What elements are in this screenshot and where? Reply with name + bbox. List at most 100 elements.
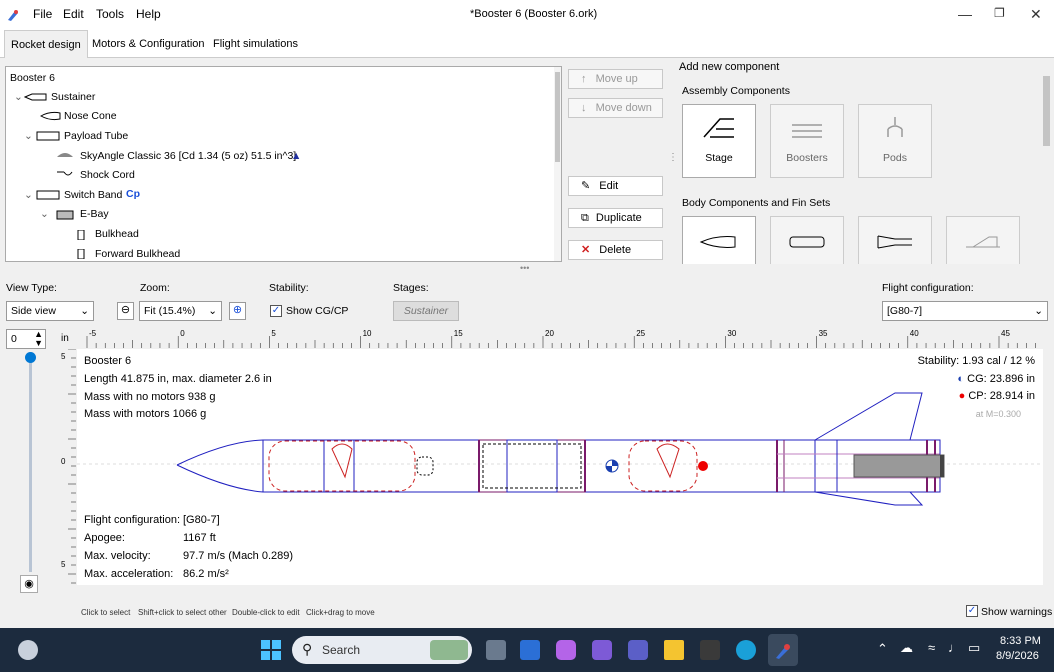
app-icon-purple[interactable] (592, 640, 612, 660)
view-type-select[interactable]: Side view ⌄ (6, 301, 94, 321)
show-cgcp-checkbox[interactable]: ✓ (270, 305, 282, 317)
expand-icon[interactable]: ⌄ (24, 130, 33, 142)
mass-override-icon: ▲ (291, 150, 302, 162)
flight-config-select[interactable]: [G80-7] ⌄ (882, 301, 1048, 321)
body-tube-tile[interactable] (770, 216, 844, 264)
app-icon-dark[interactable] (700, 640, 720, 660)
copilot-icon[interactable] (556, 640, 576, 660)
shock-cord-icon (56, 170, 74, 183)
sustainer-icon (23, 92, 48, 105)
show-warnings-label: Show warnings (981, 606, 1053, 618)
tray-chevron-icon[interactable]: ⌃ (877, 641, 888, 657)
ebay-icon (56, 210, 74, 223)
boosters-label: Boosters (786, 152, 828, 164)
arrow-down-icon: ↓ (581, 102, 587, 114)
cp-override-badge: Cp (126, 188, 140, 200)
view-type-value: Side view (11, 305, 56, 317)
expand-icon[interactable]: ⌄ (40, 208, 49, 220)
delete-icon: ✕ (581, 244, 591, 256)
delete-label: Delete (599, 244, 632, 256)
pods-tile[interactable]: Pods (858, 104, 932, 178)
outlook-icon[interactable] (520, 640, 540, 660)
minimize-icon[interactable]: — (958, 6, 972, 22)
fin-set-tile[interactable] (946, 216, 1020, 264)
rotation-slider-track[interactable] (29, 352, 32, 572)
menu-tools[interactable]: Tools (96, 7, 124, 21)
tab-motors-configuration[interactable]: Motors & Configuration (86, 30, 211, 58)
components-scrollbar[interactable] (1043, 76, 1050, 146)
maximize-icon[interactable]: ❐ (994, 6, 1005, 20)
teams-icon[interactable] (628, 640, 648, 660)
chevron-down-icon: ⌄ (80, 305, 89, 317)
tree-item-nose-cone[interactable]: Nose Cone (64, 110, 117, 122)
figure-accel-value: 86.2 m/s² (183, 568, 229, 580)
title-bar: File Edit Tools Help *Booster 6 (Booster… (0, 0, 1054, 30)
weather-icon[interactable] (18, 640, 38, 660)
openrocket-taskbar-icon[interactable] (768, 634, 798, 666)
tree-item-shock-cord[interactable]: Shock Cord (80, 169, 135, 181)
ruler-tick-label: 5 (271, 329, 276, 338)
tree-item-payload-tube[interactable]: Payload Tube (64, 130, 128, 142)
body-components-row (678, 216, 1041, 264)
move-down-label: Move down (595, 102, 652, 114)
battery-icon[interactable]: ▭ (968, 640, 980, 656)
volume-icon[interactable]: ♩ (948, 640, 961, 655)
zoom-select[interactable]: Fit (15.4%) ⌄ (139, 301, 222, 321)
tree-item-sustainer[interactable]: Sustainer (51, 91, 95, 103)
edge-icon[interactable] (736, 640, 756, 660)
boosters-tile[interactable]: Boosters (770, 104, 844, 178)
horizontal-ruler: -5 0 5 10 15 20 25 30 35 40 45 (86, 329, 1036, 348)
file-explorer-icon[interactable] (664, 640, 684, 660)
ruler-tick-label: 25 (636, 329, 645, 338)
duplicate-button[interactable]: ⧉ Duplicate (568, 208, 663, 228)
rotation-spinner[interactable]: 0 ▲ ▼ (6, 329, 46, 349)
rotation-slider-thumb[interactable] (25, 352, 36, 363)
delete-button[interactable]: ✕ Delete (568, 240, 663, 260)
expand-icon[interactable]: ⌄ (14, 91, 23, 103)
nose-cone-tile[interactable] (682, 216, 756, 264)
pane-splitter-handle[interactable]: ••• (520, 263, 529, 273)
tree-item-ebay[interactable]: E-Bay (80, 208, 109, 220)
close-icon[interactable]: ✕ (1030, 6, 1042, 23)
main-tabs: Rocket design Motors & Configuration Fli… (0, 30, 1054, 58)
transition-tile[interactable] (858, 216, 932, 264)
search-icon: ⚲ (302, 641, 313, 657)
task-view-icon[interactable] (486, 640, 506, 660)
lock-icon[interactable]: ◉ (20, 575, 38, 593)
assembly-heading: Assembly Components (682, 85, 790, 97)
stage-sustainer-toggle[interactable]: Sustainer (393, 301, 459, 321)
tree-item-bulkhead[interactable]: Bulkhead (95, 228, 139, 240)
zoom-in-icon[interactable]: ⊕ (229, 302, 246, 320)
arrow-up-icon: ↑ (581, 73, 587, 85)
hint-click: Click to select (81, 608, 131, 617)
move-up-button[interactable]: ↑ Move up (568, 69, 663, 89)
tree-item-skyangle[interactable]: SkyAngle Classic 36 [Cd 1.34 (5 oz) 51.5… (80, 150, 296, 162)
tree-item-forward-bulkhead[interactable]: Forward Bulkhead (95, 248, 180, 260)
taskbar-search-label: Search (322, 643, 361, 657)
splitter-handle[interactable]: ⋮ (668, 153, 678, 163)
edit-button[interactable]: ✎ Edit (568, 176, 663, 196)
expand-icon[interactable]: ⌄ (24, 189, 33, 201)
taskbar-search[interactable]: ⚲ Search (292, 636, 472, 664)
tree-root[interactable]: Booster 6 (10, 72, 55, 84)
figure-flight-config-label: Flight configuration: (84, 514, 180, 526)
rocket-figure[interactable]: Booster 6 Length 41.875 in, max. diamete… (77, 349, 1043, 585)
windows-start-icon[interactable] (261, 640, 281, 660)
tab-rocket-design[interactable]: Rocket design (4, 30, 88, 58)
tree-item-switch-band[interactable]: Switch Band (64, 189, 122, 201)
ruler-tick-label: 0 (180, 329, 185, 338)
show-warnings-checkbox[interactable]: ✓ (966, 605, 978, 617)
onedrive-icon[interactable]: ☁ (900, 640, 913, 656)
menu-help[interactable]: Help (136, 7, 161, 21)
move-down-button[interactable]: ↓ Move down (568, 98, 663, 118)
menu-file[interactable]: File (33, 7, 52, 21)
zoom-out-icon[interactable]: ⊖ (117, 302, 134, 320)
tab-flight-simulations[interactable]: Flight simulations (207, 30, 304, 58)
tree-scrollbar[interactable] (554, 67, 561, 261)
component-tree[interactable]: Booster 6 ⌄ Sustainer Nose Cone ⌄ Payloa… (5, 66, 562, 262)
menu-edit[interactable]: Edit (63, 7, 84, 21)
stage-tile[interactable]: Stage (682, 104, 756, 178)
edit-icon: ✎ (581, 180, 591, 192)
wifi-icon[interactable]: ≈ (928, 640, 935, 655)
figure-velocity-label: Max. velocity: (84, 550, 151, 562)
